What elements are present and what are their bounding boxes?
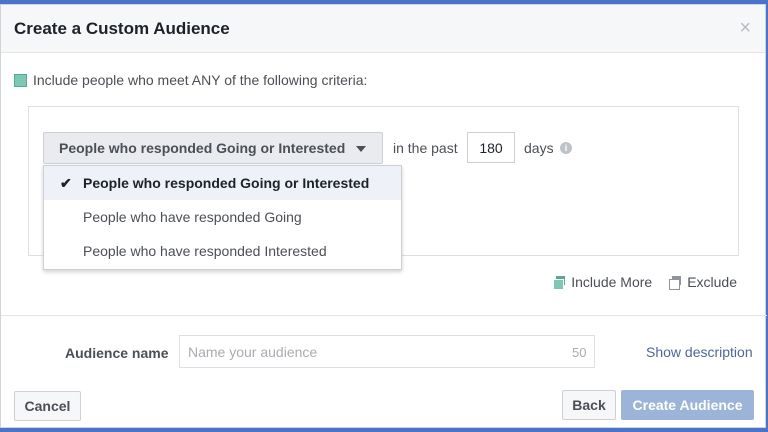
back-button[interactable]: Back	[562, 390, 616, 420]
dialog-header: Create a Custom Audience ×	[1, 5, 765, 53]
rule-actions: Include More Exclude	[553, 274, 737, 290]
audience-name-char-count: 50	[572, 345, 587, 360]
audience-name-label: Audience name	[65, 345, 169, 361]
dropdown-option-interested[interactable]: People who have responded Interested	[44, 234, 401, 268]
exclude-icon	[669, 275, 682, 290]
dropdown-option-going[interactable]: People who have responded Going	[44, 200, 401, 234]
check-icon: ✔	[60, 175, 72, 191]
create-audience-button[interactable]: Create Audience	[621, 390, 754, 420]
show-description-link[interactable]: Show description	[646, 344, 753, 360]
exclude-label: Exclude	[687, 274, 737, 290]
criteria-text: Include people who meet ANY of the follo…	[33, 72, 368, 88]
section-divider	[1, 315, 767, 316]
days-label: days	[524, 140, 554, 156]
dropdown-option-going-or-interested[interactable]: ✔ People who responded Going or Interest…	[44, 166, 401, 200]
cancel-button[interactable]: Cancel	[14, 391, 81, 421]
include-more-button[interactable]: Include More	[553, 274, 652, 290]
criteria-color-swatch	[14, 73, 27, 87]
include-more-icon	[553, 275, 566, 290]
dropdown-option-label: People who have responded Going	[83, 209, 302, 225]
create-custom-audience-dialog: Create a Custom Audience × Include peopl…	[0, 4, 767, 428]
dropdown-option-label: People who have responded Interested	[83, 243, 327, 259]
in-past-label: in the past	[393, 140, 458, 156]
audience-name-input[interactable]	[179, 335, 595, 368]
close-icon[interactable]: ×	[739, 18, 751, 38]
info-icon[interactable]: i	[560, 142, 572, 154]
criteria-line: Include people who meet ANY of the follo…	[14, 72, 367, 88]
dropdown-option-label: People who responded Going or Interested	[83, 175, 370, 191]
exclude-button[interactable]: Exclude	[669, 274, 737, 290]
event-type-dropdown-menu: ✔ People who responded Going or Interest…	[43, 165, 402, 270]
include-more-label: Include More	[571, 274, 653, 290]
event-type-selected-value: People who responded Going or Interested	[59, 140, 346, 156]
days-input[interactable]	[467, 132, 515, 163]
chevron-down-icon	[356, 146, 366, 152]
dialog-title: Create a Custom Audience	[14, 19, 230, 38]
event-type-select[interactable]: People who responded Going or Interested	[43, 132, 383, 164]
